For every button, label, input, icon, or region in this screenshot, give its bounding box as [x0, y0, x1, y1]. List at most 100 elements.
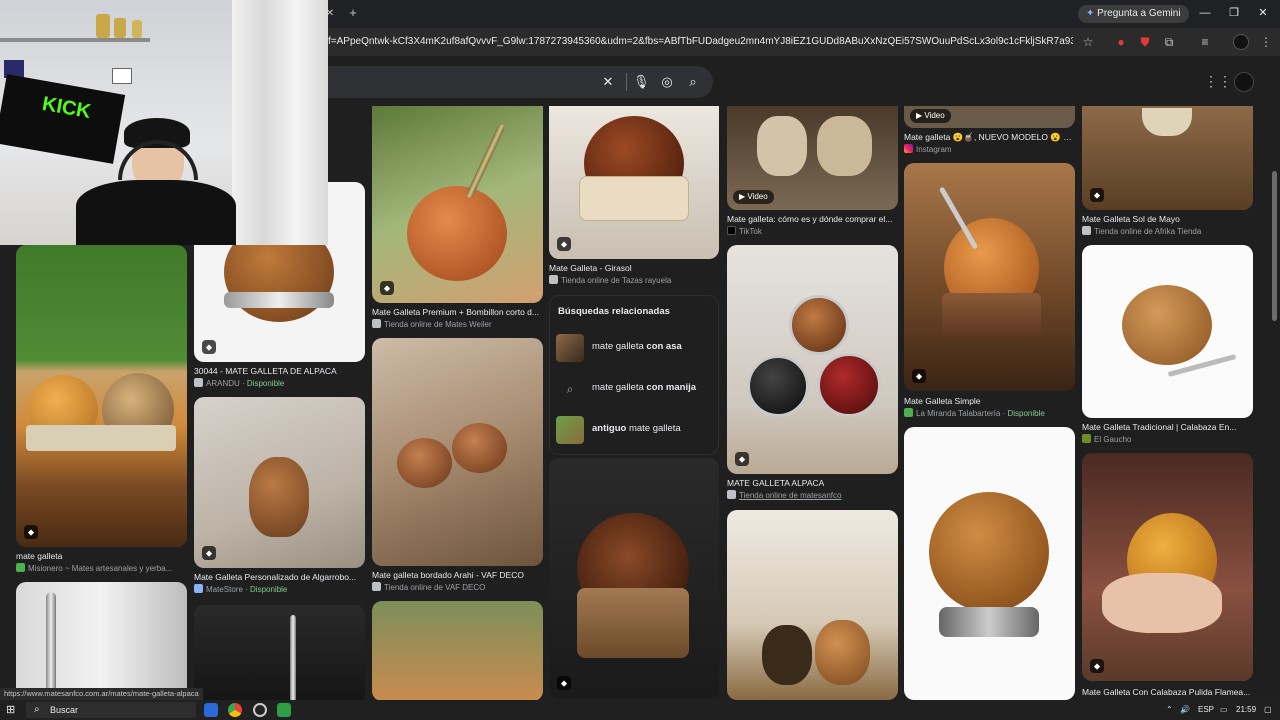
result-thumbnail[interactable]: ▶ Video	[727, 106, 898, 210]
result-card[interactable]: ⬥ Mate Galleta Sol de Mayo Tienda online…	[1082, 106, 1253, 238]
result-card[interactable]: ⬥ MATE GALLETA ALPACA Tienda online de m…	[727, 245, 898, 503]
result-thumbnail[interactable]: ⬥	[727, 245, 898, 474]
result-thumbnail[interactable]: ⬥	[1082, 106, 1253, 210]
lens-icon[interactable]: ◎	[659, 74, 675, 90]
taskbar-search[interactable]: ⌕ Buscar	[26, 702, 196, 718]
chrome-icon[interactable]	[228, 703, 242, 717]
result-card[interactable]: ⬥	[549, 458, 719, 700]
related-searches-panel: Búsquedas relacionadas mate galleta con …	[549, 295, 719, 455]
gourd-shape	[762, 625, 812, 685]
result-card[interactable]	[194, 605, 365, 700]
result-thumbnail[interactable]: ⬥	[904, 163, 1075, 391]
result-title[interactable]: MATE GALLETA ALPACA	[727, 477, 898, 489]
address-bar[interactable]: f=APpeQntwk-kCf3X4mK2uf8afQvvvF_G9lw:178…	[328, 33, 1073, 51]
result-title[interactable]: mate galleta	[16, 550, 187, 562]
divider	[626, 73, 627, 91]
app-icon[interactable]	[253, 703, 267, 717]
related-thumbnail	[556, 416, 584, 444]
network-icon[interactable]: ▭	[1220, 703, 1228, 717]
leather-band	[577, 588, 689, 658]
trophy-icon	[96, 14, 110, 38]
result-card[interactable]: ▶ Video Mate galleta: cómo es y dónde co…	[727, 106, 898, 239]
bookmark-star-icon[interactable]: ☆	[1080, 34, 1096, 50]
result-title[interactable]: Mate Galleta Sol de Mayo	[1082, 213, 1253, 225]
result-title[interactable]: Mate galleta 😮🧉, NUEVO MODELO 😮 qu...	[904, 131, 1075, 143]
extensions-icon[interactable]: ⧉	[1161, 34, 1177, 50]
volume-icon[interactable]: 🔊	[1180, 703, 1190, 717]
result-card[interactable]: ⬥ Mate Galleta Personalizado de Algarrob…	[194, 397, 365, 597]
result-card[interactable]	[727, 510, 898, 700]
clock[interactable]: 21:59	[1236, 703, 1256, 717]
result-title[interactable]: Mate Galleta Con Calabaza Pulida Flamea.…	[1082, 686, 1253, 698]
result-card[interactable]: ⬥ Mate Galleta - Girasol Tienda online d…	[549, 106, 719, 288]
search-icon[interactable]: ⌕	[685, 74, 701, 90]
result-thumbnail[interactable]: ▶ Video	[904, 106, 1075, 128]
result-thumbnail[interactable]: ⬥	[1082, 453, 1253, 681]
result-thumbnail[interactable]	[1082, 245, 1253, 418]
result-thumbnail[interactable]: ⬥	[549, 458, 719, 698]
reading-list-icon[interactable]: ≡	[1197, 34, 1213, 50]
language-indicator[interactable]: ESP	[1198, 703, 1214, 717]
scrollbar-thumb[interactable]	[1272, 171, 1277, 321]
gemini-button[interactable]: ✦ Pregunta a Gemini	[1078, 5, 1189, 23]
result-card[interactable]: ⬥ Mate Galleta Premium + Bombillon corto…	[372, 106, 543, 331]
product-tag-icon: ⬥	[557, 237, 571, 251]
clear-search-icon[interactable]: ✕	[600, 74, 616, 90]
related-search-item[interactable]: ⌕ mate galleta con manija	[550, 370, 720, 408]
result-title[interactable]: Mate galleta: cómo es y dónde comprar el…	[727, 213, 898, 225]
menu-dots-icon[interactable]: ⋮	[1258, 34, 1274, 50]
result-card[interactable]: Mate Galleta Tradicional | Calabaza En..…	[1082, 245, 1253, 445]
kick-logo: KICK	[40, 92, 93, 124]
result-thumbnail[interactable]	[16, 582, 187, 700]
site-favicon	[372, 582, 381, 591]
result-thumbnail[interactable]: ⬥	[372, 106, 543, 303]
result-title[interactable]: Mate Galleta Simple	[904, 395, 1075, 407]
account-avatar[interactable]	[1234, 72, 1254, 92]
minimize-icon[interactable]: —	[1198, 6, 1212, 20]
tray-chevron-icon[interactable]: ⌃	[1166, 703, 1173, 717]
result-source: Tienda online de Tazas rayuela	[549, 275, 719, 286]
result-title[interactable]: Mate Galleta Personalizado de Algarrobo.…	[194, 571, 365, 583]
profile-avatar[interactable]	[1233, 34, 1249, 50]
result-thumbnail[interactable]	[372, 601, 543, 700]
result-card[interactable]: ⬥ mate galleta Misionero ~ Mates artesan…	[16, 245, 187, 585]
result-title[interactable]: Mate galleta bordado Arahi - VAF DECO	[372, 569, 543, 581]
result-card[interactable]: ▶ Video Mate galleta 😮🧉, NUEVO MODELO 😮 …	[904, 106, 1075, 156]
related-search-item[interactable]: mate galleta con asa	[550, 329, 720, 367]
result-thumbnail[interactable]	[372, 338, 543, 566]
taskbar-search-placeholder: Buscar	[50, 705, 79, 715]
result-thumbnail[interactable]	[194, 605, 365, 700]
related-search-item[interactable]: antiguo mate galleta	[550, 411, 720, 449]
leather-band	[26, 425, 176, 451]
result-card[interactable]: Mate galleta bordado Arahi - VAF DECO Ti…	[372, 338, 543, 594]
google-apps-icon[interactable]: ⋮⋮	[1204, 74, 1232, 88]
result-thumbnail[interactable]: ⬥	[16, 245, 187, 547]
task-view-icon[interactable]	[204, 703, 218, 717]
notification-icon[interactable]: ▢	[1264, 703, 1272, 717]
result-card[interactable]	[372, 601, 543, 700]
straw-shape	[290, 615, 296, 700]
extension-red-icon[interactable]: ●	[1113, 34, 1129, 50]
result-thumbnail[interactable]: ⬥	[194, 397, 365, 568]
microphone-icon[interactable]: 🎙	[633, 74, 650, 90]
result-title[interactable]: Mate Galleta Premium + Bombillon corto d…	[372, 306, 543, 318]
maximize-icon[interactable]: ❐	[1227, 6, 1241, 20]
result-thumbnail[interactable]: ⬥	[549, 106, 719, 259]
app-icon[interactable]	[277, 703, 291, 717]
result-thumbnail[interactable]	[727, 510, 898, 700]
search-box[interactable]: ✕ 🎙 ◎ ⌕	[328, 66, 713, 98]
page-scrollbar[interactable]	[1270, 56, 1280, 700]
instagram-icon	[904, 144, 913, 153]
extension-pin-icon[interactable]: ⛊	[1137, 34, 1153, 50]
result-thumbnail[interactable]	[904, 427, 1075, 700]
result-title[interactable]: 30044 - MATE GALLETA DE ALPACA	[194, 365, 365, 377]
result-card[interactable]: ⬥ Mate Galleta Simple La Miranda Talabar…	[904, 163, 1075, 423]
result-title[interactable]: Mate Galleta - Girasol	[549, 262, 719, 274]
windows-start-icon[interactable]: ⊞	[6, 704, 18, 716]
new-tab-icon[interactable]: +	[346, 6, 360, 20]
result-card[interactable]: ⬥ Mate Galleta Con Calabaza Pulida Flame…	[1082, 453, 1253, 700]
result-card[interactable]	[16, 582, 187, 700]
result-title[interactable]: Mate Galleta Tradicional | Calabaza En..…	[1082, 421, 1253, 433]
result-card[interactable]	[904, 427, 1075, 700]
close-window-icon[interactable]: ✕	[1256, 6, 1270, 20]
